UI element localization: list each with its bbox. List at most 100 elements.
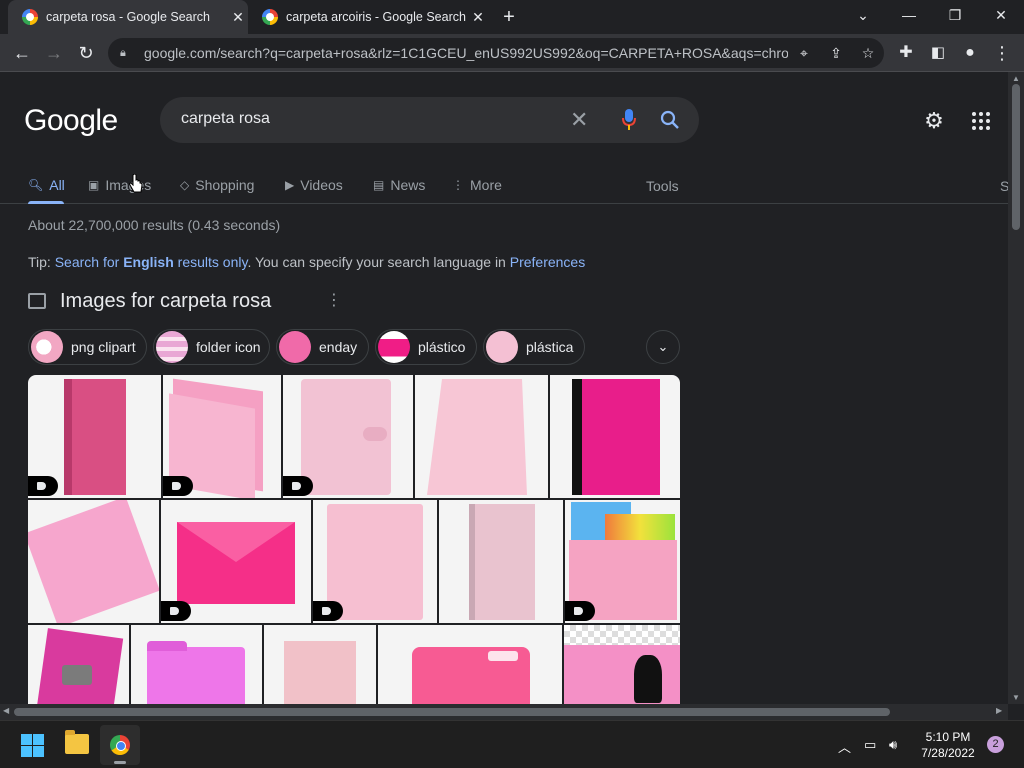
back-arrow-icon[interactable]: ← xyxy=(10,41,34,65)
tip-text: . You can specify your search language i… xyxy=(247,254,510,270)
more-options-icon[interactable]: ⋮ xyxy=(326,290,342,310)
search-box[interactable]: carpeta rosa ✕ xyxy=(160,97,699,143)
tab-label: More xyxy=(470,177,502,193)
tab-news[interactable]: ▤ News xyxy=(373,172,425,198)
chip-png-clipart[interactable]: png clipart xyxy=(28,329,147,365)
clock-time: 5:10 PM xyxy=(925,730,971,744)
chip-enday[interactable]: enday xyxy=(276,329,369,365)
scroll-right-arrow-icon[interactable]: ▶ xyxy=(996,706,1002,715)
english-results-link[interactable]: Search for English results only xyxy=(55,254,248,270)
image-result-6[interactable] xyxy=(28,500,159,623)
more-vert-icon: ⋮ xyxy=(452,178,464,192)
bookmark-star-icon[interactable]: ☆ xyxy=(852,45,884,62)
vertical-scroll-thumb[interactable] xyxy=(1012,84,1020,230)
language-tip: Tip: Search for English results only. Yo… xyxy=(28,254,585,270)
image-result-13[interactable] xyxy=(264,625,376,704)
location-icon[interactable]: ⌖ xyxy=(788,45,820,62)
profile-avatar-icon[interactable]: ● xyxy=(958,41,982,65)
side-panel-icon[interactable]: ◧ xyxy=(926,41,950,65)
chip-plastico[interactable]: plástico xyxy=(375,329,477,365)
tab-shopping[interactable]: ◇ Shopping xyxy=(180,172,254,198)
tools-button[interactable]: Tools xyxy=(646,178,679,194)
tab-videos[interactable]: ▶ Videos xyxy=(285,172,343,198)
window-close-icon[interactable]: ✕ xyxy=(978,0,1024,30)
volume-icon[interactable]: 🔊︎ xyxy=(889,737,897,753)
result-stats: About 22,700,000 results (0.43 seconds) xyxy=(28,217,281,233)
tip-link-bold[interactable]: English xyxy=(123,254,174,270)
extensions-puzzle-icon[interactable]: ✚ xyxy=(894,41,918,65)
browser-tab[interactable]: carpeta arcoiris - Google Search ✕ xyxy=(248,0,488,34)
image-result-11[interactable] xyxy=(28,625,129,704)
search-nav-tabs: 🔍︎ All ▣ Images ◇ Shopping ▶ Videos ▤ Ne… xyxy=(0,166,1008,204)
chip-thumbnail xyxy=(486,331,518,363)
search-input[interactable]: carpeta rosa xyxy=(181,110,270,128)
search-icon[interactable] xyxy=(659,109,681,131)
image-result-2[interactable] xyxy=(163,375,281,498)
image-result-10[interactable] xyxy=(565,500,680,623)
image-result-15[interactable] xyxy=(564,625,680,704)
tab-label: Videos xyxy=(300,177,343,193)
forward-arrow-icon[interactable]: → xyxy=(42,41,66,65)
images-heading[interactable]: Images for carpeta rosa xyxy=(60,290,271,313)
image-result-7[interactable] xyxy=(161,500,311,623)
chip-folder-icon[interactable]: folder icon xyxy=(153,329,270,365)
notification-badge[interactable]: 2 xyxy=(987,736,1004,753)
image-result-4[interactable] xyxy=(415,375,548,498)
windows-start-icon[interactable] xyxy=(21,734,44,757)
preferences-link[interactable]: Preferences xyxy=(510,254,585,270)
share-icon[interactable]: ⇪ xyxy=(820,45,852,62)
microphone-icon[interactable] xyxy=(622,109,636,131)
settings-gear-icon[interactable]: ⚙ xyxy=(921,108,947,134)
file-explorer-icon[interactable] xyxy=(65,730,89,754)
search-icon: 🔍︎ xyxy=(28,178,44,192)
system-clock[interactable]: 5:10 PM 7/28/2022 xyxy=(918,729,978,761)
new-tab-button[interactable]: + xyxy=(498,6,520,28)
browser-menu-icon[interactable]: ⋮ xyxy=(990,41,1014,65)
tab-strip: carpeta rosa - Google Search ✕ carpeta a… xyxy=(0,0,1024,34)
chip-plastica[interactable]: plástica xyxy=(483,329,585,365)
restore-icon[interactable]: ❐ xyxy=(932,0,978,30)
image-result-9[interactable] xyxy=(439,500,563,623)
tip-link-text[interactable]: Search for xyxy=(55,254,123,270)
tab-all[interactable]: 🔍︎ All xyxy=(28,172,65,198)
chip-label: plástico xyxy=(418,339,466,355)
image-result-3[interactable] xyxy=(283,375,413,498)
tip-prefix: Tip: xyxy=(28,254,55,270)
minimize-icon[interactable]: — xyxy=(886,0,932,30)
horizontal-scroll-thumb[interactable] xyxy=(14,708,890,716)
reload-icon[interactable]: ↻ xyxy=(74,41,98,65)
safesearch-label[interactable]: S xyxy=(1000,178,1008,194)
chrome-taskbar-button[interactable] xyxy=(100,725,140,765)
chrome-icon xyxy=(110,735,130,755)
chips-expand-chevron-icon[interactable]: ⌄ xyxy=(646,330,680,364)
url-text[interactable]: google.com/search?q=carpeta+rosa&rlz=1C1… xyxy=(144,45,788,61)
image-result-14[interactable] xyxy=(378,625,562,704)
image-result-12[interactable] xyxy=(131,625,262,704)
vertical-scrollbar[interactable]: ▲ ▼ xyxy=(1008,72,1024,704)
clock-date: 7/28/2022 xyxy=(921,746,975,760)
scroll-up-arrow-icon[interactable]: ▲ xyxy=(1011,74,1021,83)
active-app-indicator xyxy=(114,761,126,764)
tab-more[interactable]: ⋮ More xyxy=(452,172,502,198)
tab-label: News xyxy=(390,177,426,193)
browser-tab-active[interactable]: carpeta rosa - Google Search ✕ xyxy=(8,0,248,34)
google-apps-icon[interactable] xyxy=(972,112,990,130)
tab-search-chevron-down-icon[interactable]: ⌄ xyxy=(840,0,886,30)
address-bar[interactable]: 🔒︎ google.com/search?q=carpeta+rosa&rlz=… xyxy=(108,38,884,68)
tab-close-icon[interactable]: ✕ xyxy=(468,9,488,26)
clear-search-icon[interactable]: ✕ xyxy=(570,107,588,133)
horizontal-scrollbar[interactable]: ◀ ▶ xyxy=(0,704,1008,720)
chip-thumbnail xyxy=(31,331,63,363)
search-results-page: Google carpeta rosa ✕ ⚙ 🔍︎ All ▣ Images … xyxy=(0,72,1008,704)
image-result-1[interactable] xyxy=(28,375,161,498)
lock-icon[interactable]: 🔒︎ xyxy=(120,47,134,60)
show-hidden-icons-chevron-up-icon[interactable]: ︿ xyxy=(838,737,851,756)
scroll-left-arrow-icon[interactable]: ◀ xyxy=(3,706,9,715)
google-logo[interactable]: Google xyxy=(24,104,118,138)
scroll-down-arrow-icon[interactable]: ▼ xyxy=(1011,693,1021,702)
network-icon[interactable]: ▭ xyxy=(864,737,876,753)
image-result-5[interactable] xyxy=(550,375,680,498)
tip-link-text[interactable]: results only xyxy=(174,254,248,270)
tab-close-icon[interactable]: ✕ xyxy=(228,9,248,26)
image-result-8[interactable] xyxy=(313,500,437,623)
